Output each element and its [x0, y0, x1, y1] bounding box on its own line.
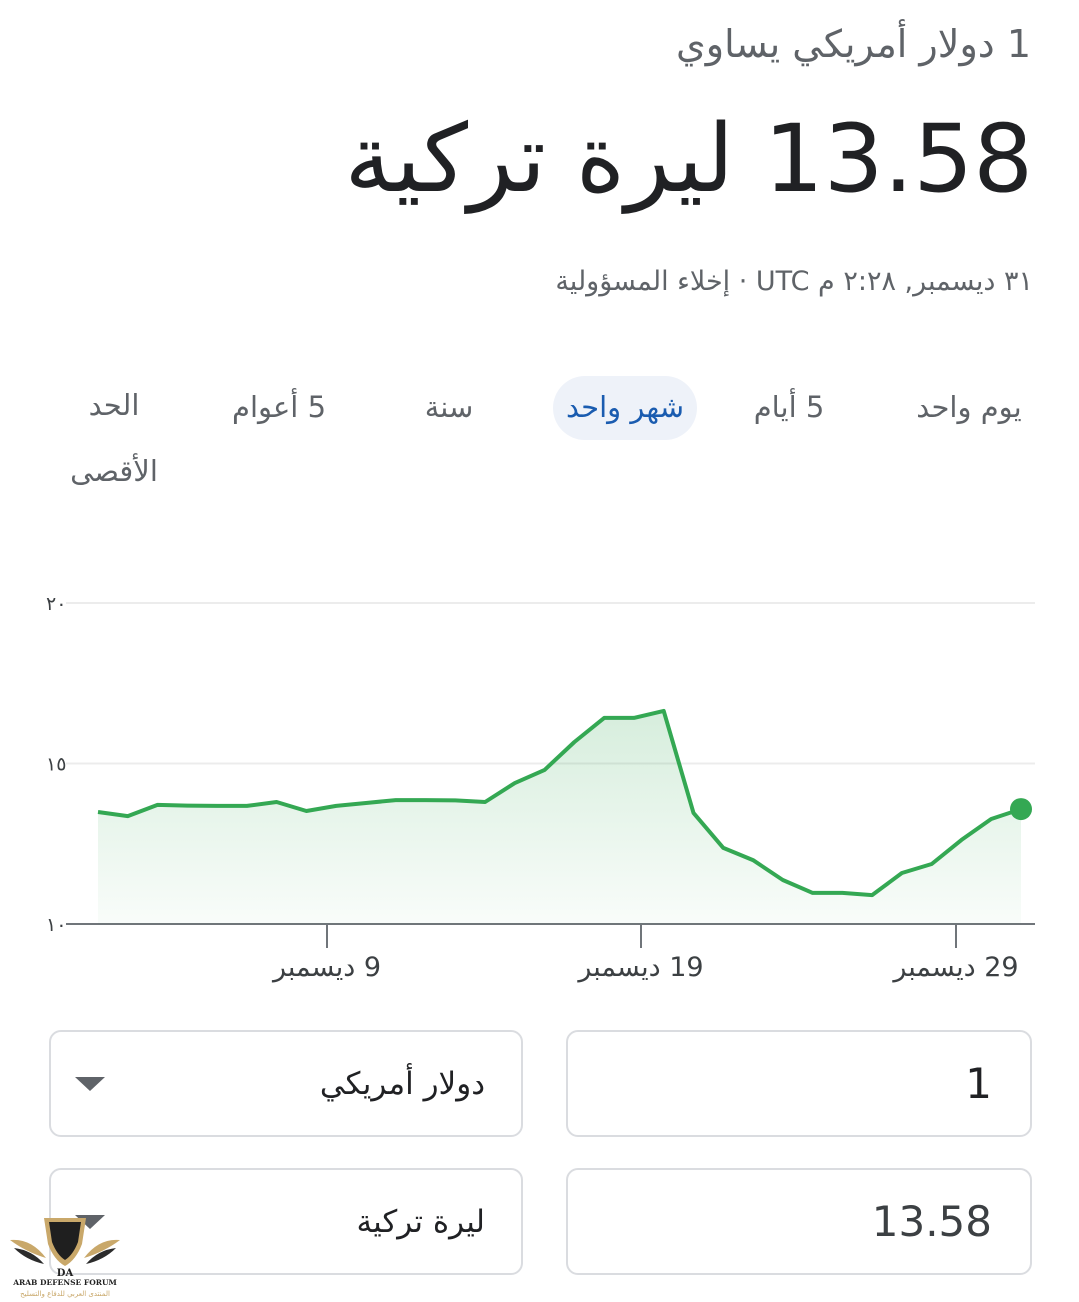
chevron-down-icon: [75, 1076, 105, 1091]
from-currency-select[interactable]: دولار أمريكي: [49, 1030, 523, 1137]
exchange-rate: 13.58 ليرة تركية: [344, 105, 1033, 214]
from-currency-value: دولار أمريكي: [319, 1065, 485, 1102]
separator: ·: [730, 266, 756, 297]
svg-text:المنتدى العربي للدفاع والتسليح: المنتدى العربي للدفاع والتسليح: [20, 1290, 110, 1298]
data-point: [245, 804, 249, 808]
data-point: [989, 817, 993, 821]
tab-5-years[interactable]: 5 أعوام: [209, 376, 349, 440]
y-tick-label: ٢٠: [46, 593, 66, 615]
data-point: [572, 740, 576, 744]
data-point: [96, 810, 100, 814]
from-amount-field[interactable]: [566, 1030, 1032, 1137]
data-point: [959, 838, 963, 842]
current-point: [1010, 798, 1032, 821]
chart-area-fill: [98, 710, 1021, 924]
tab-1-year[interactable]: سنة: [389, 376, 509, 440]
data-point: [751, 858, 755, 862]
y-tick-label: ١٠: [46, 914, 66, 936]
data-point: [691, 811, 695, 815]
data-point: [126, 814, 130, 818]
forum-logo-watermark: DA ARAB DEFENSE FORUM المنتدى العربي للد…: [10, 1218, 120, 1298]
data-point: [930, 862, 934, 866]
data-point: [424, 798, 428, 802]
data-point: [394, 798, 398, 802]
data-point: [334, 804, 338, 808]
data-point: [275, 800, 279, 804]
data-point: [304, 809, 308, 813]
tab-1-month[interactable]: شهر واحد: [553, 376, 697, 440]
conversion-subtitle: 1 دولار أمريكي يساوي: [676, 22, 1031, 66]
y-tick-label: ١٥: [46, 754, 66, 776]
tab-1-day[interactable]: يوم واحد: [899, 376, 1039, 440]
data-point: [215, 804, 219, 808]
data-point: [185, 804, 189, 808]
data-point: [513, 781, 517, 785]
rate-chart[interactable]: ١٠ ١٥ ٢٠ 9 ديسمبر 19 ديسمبر 29 ديسمبر: [0, 580, 1079, 990]
to-currency-value: ليرة تركية: [356, 1203, 485, 1240]
data-point: [900, 871, 904, 875]
x-tick-label: 19 ديسمبر: [576, 952, 703, 983]
data-point: [602, 716, 606, 720]
data-point: [840, 891, 844, 895]
data-point: [156, 803, 160, 807]
to-amount-field[interactable]: [566, 1168, 1032, 1275]
data-point: [781, 878, 785, 882]
from-amount-input[interactable]: [588, 1058, 994, 1109]
data-point: [543, 768, 547, 772]
timestamp: ٣١ ديسمبر, ٢:٢٨ م UTC: [755, 266, 1033, 297]
data-point: [632, 716, 636, 720]
data-point: [721, 846, 725, 850]
x-tick-label: 9 ديسمبر: [271, 952, 381, 983]
x-tick-label: 29 ديسمبر: [891, 952, 1018, 983]
tab-max[interactable]: الحد الأقصى: [62, 372, 166, 488]
to-amount-input[interactable]: [588, 1196, 994, 1247]
disclaimer-link[interactable]: إخلاء المسؤولية: [555, 266, 730, 297]
data-point: [870, 893, 874, 897]
data-point: [811, 891, 815, 895]
tab-5-days[interactable]: 5 أيام: [729, 376, 849, 440]
data-point: [364, 801, 368, 805]
timestamp-line: ٣١ ديسمبر, ٢:٢٨ م UTC · إخلاء المسؤولية: [555, 266, 1033, 297]
data-point: [483, 800, 487, 804]
svg-text:ARAB DEFENSE FORUM: ARAB DEFENSE FORUM: [12, 1278, 117, 1287]
data-point: [662, 709, 666, 713]
data-point: [453, 798, 457, 802]
